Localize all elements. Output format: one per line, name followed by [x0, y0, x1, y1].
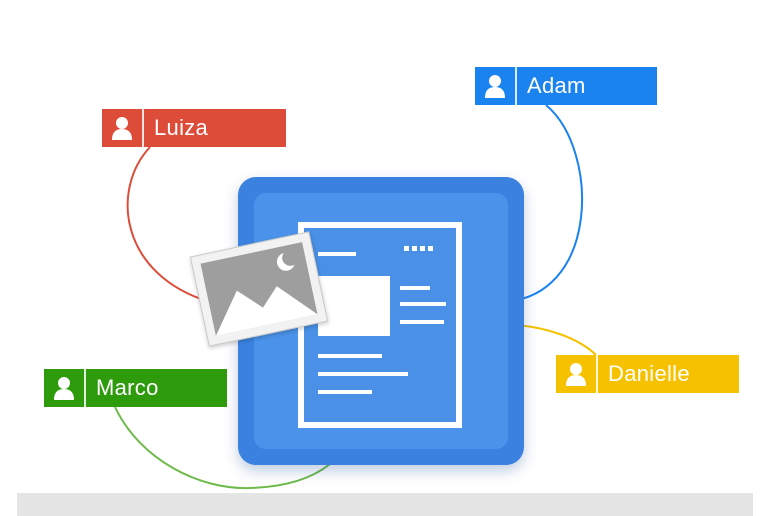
doc-text-line — [318, 354, 382, 358]
doc-title-line — [318, 252, 356, 256]
collaborator-tag-adam: Adam — [475, 67, 657, 105]
person-icon — [54, 377, 74, 400]
collaborator-name: Adam — [527, 73, 586, 98]
avatar — [44, 369, 86, 407]
collaboration-illustration: Luiza Adam Marco Danielle — [0, 0, 763, 516]
doc-text-line — [400, 320, 444, 324]
footer-bar — [17, 493, 753, 516]
doc-text-line — [318, 372, 408, 376]
collaborator-name: Marco — [96, 375, 159, 400]
doc-text-line — [318, 390, 372, 394]
collaborator-tag-marco: Marco — [44, 369, 227, 407]
person-icon — [566, 363, 586, 386]
collaborator-name: Danielle — [608, 361, 690, 386]
doc-text-line — [400, 302, 446, 306]
image-thumbnail — [200, 241, 318, 337]
collaborator-tag-danielle: Danielle — [556, 355, 739, 393]
collaborator-name: Luiza — [154, 115, 209, 140]
avatar — [475, 67, 517, 105]
avatar — [556, 355, 598, 393]
doc-text-line — [400, 286, 430, 290]
document-icon — [298, 222, 462, 428]
collaborator-tag-luiza: Luiza — [102, 109, 286, 147]
doc-image-block — [318, 276, 390, 336]
doc-collaborator-dots — [404, 246, 433, 251]
avatar — [102, 109, 144, 147]
person-icon — [112, 117, 132, 140]
person-icon — [485, 75, 505, 98]
